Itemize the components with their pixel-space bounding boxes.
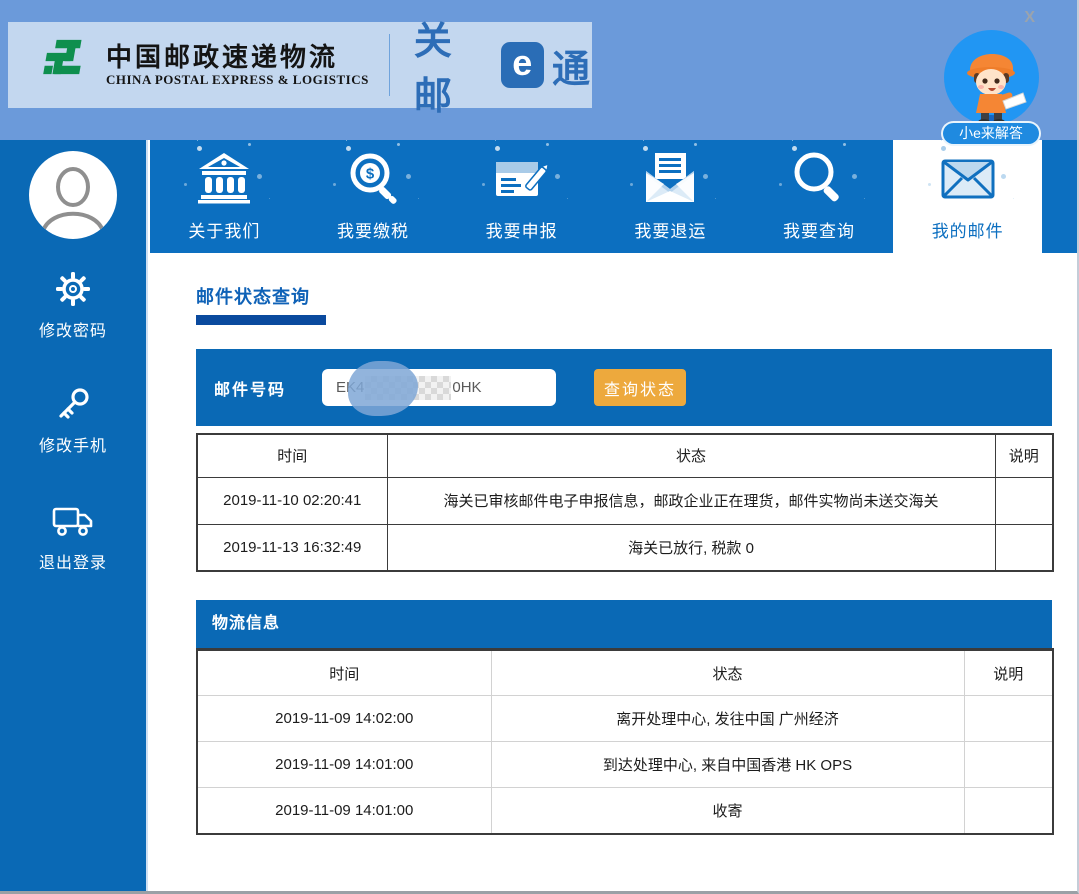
- nav-item-about-us[interactable]: 关于我们: [150, 140, 299, 253]
- cell-status: 收寄: [491, 788, 964, 834]
- customs-status-table: 时间 状态 说明 2019-11-10 02:20:41 海关已审核邮件电子申报…: [196, 433, 1054, 572]
- key-icon: [55, 385, 91, 423]
- table-header-row: 时间 状态 说明: [197, 434, 1053, 477]
- cell-status: 海关已审核邮件电子申报信息，邮政企业正在理货，邮件实物尚未送交海关: [387, 477, 995, 524]
- table-row: 2019-11-09 14:01:00 收寄: [197, 788, 1053, 834]
- sidebar-item-change-phone[interactable]: 修改手机: [39, 385, 107, 456]
- column-header-time: 时间: [197, 650, 491, 696]
- gear-icon: [55, 270, 91, 308]
- cell-time: 2019-11-10 02:20:41: [197, 477, 387, 524]
- mascot-caption-badge: 小e来解答: [941, 121, 1041, 146]
- mail-number-label: 邮件号码: [214, 376, 286, 400]
- product-e-badge: e: [501, 42, 544, 88]
- mail-number-input[interactable]: EK4 0HK: [322, 369, 556, 406]
- column-header-status: 状态: [491, 650, 964, 696]
- nav-item-label: 我要缴税: [337, 217, 409, 242]
- mail-number-suffix: 0HK: [452, 379, 481, 396]
- nav-item-label: 我要申报: [486, 217, 558, 242]
- sidebar-item-change-password[interactable]: 修改密码: [39, 270, 107, 341]
- search-icon: [788, 148, 850, 208]
- sparkle-dots: [197, 146, 202, 151]
- nav-item-label: 关于我们: [188, 217, 260, 242]
- table-row: 2019-11-10 02:20:41 海关已审核邮件电子申报信息，邮政企业正在…: [197, 477, 1053, 524]
- brand-banner: 中国邮政速递物流 CHINA POSTAL EXPRESS & LOGISTIC…: [8, 22, 592, 108]
- app-header: 中国邮政速递物流 CHINA POSTAL EXPRESS & LOGISTIC…: [0, 0, 1077, 140]
- nav-item-return-shipment[interactable]: 我要退运: [596, 140, 745, 253]
- sparkle-dots: [941, 146, 946, 151]
- table-row: 2019-11-09 14:02:00 离开处理中心, 发往中国 广州经济: [197, 696, 1053, 742]
- truck-icon: [52, 502, 94, 540]
- logo-text: 中国邮政速递物流 CHINA POSTAL EXPRESS & LOGISTIC…: [106, 42, 369, 88]
- mail-query-bar: 邮件号码 EK4 0HK 查询状态: [196, 349, 1052, 426]
- sidebar-item-label: 退出登录: [39, 549, 107, 573]
- nav-item-declare[interactable]: 我要申报: [447, 140, 596, 253]
- cell-time: 2019-11-13 16:32:49: [197, 524, 387, 571]
- product-name-left: 关邮: [414, 10, 493, 120]
- mail-icon: [937, 148, 999, 208]
- product-name-right: 通: [552, 38, 592, 93]
- column-header-note: 说明: [964, 650, 1053, 696]
- cell-time: 2019-11-09 14:02:00: [197, 696, 491, 742]
- cell-note: [964, 788, 1053, 834]
- assistant-mascot[interactable]: 小e来解答: [941, 29, 1041, 146]
- cell-note: [995, 524, 1053, 571]
- logistics-table: 时间 状态 说明 2019-11-09 14:02:00 离开处理中心, 发往中…: [196, 648, 1054, 835]
- top-navigation: 关于我们 $ 我要缴税: [150, 140, 1077, 253]
- table-header-row: 时间 状态 说明: [197, 650, 1053, 696]
- tax-magnifier-icon: $: [342, 148, 404, 208]
- cell-time: 2019-11-09 14:01:00: [197, 742, 491, 788]
- cell-note: [995, 477, 1053, 524]
- logo-subtitle: CHINA POSTAL EXPRESS & LOGISTICS: [106, 72, 369, 88]
- query-status-button[interactable]: 查询状态: [594, 369, 686, 406]
- close-button[interactable]: X: [1024, 10, 1035, 26]
- column-header-time: 时间: [197, 434, 387, 477]
- bank-icon: [193, 148, 255, 208]
- sparkle-dots: [495, 146, 500, 151]
- logo-title: 中国邮政速递物流: [106, 42, 369, 72]
- page-title: 邮件状态查询: [196, 283, 1077, 309]
- svg-text:$: $: [366, 166, 375, 183]
- sidebar-item-label: 修改密码: [39, 317, 107, 341]
- user-avatar[interactable]: [29, 151, 117, 239]
- column-header-note: 说明: [995, 434, 1053, 477]
- cell-note: [964, 696, 1053, 742]
- nav-item-label: 我要查询: [783, 217, 855, 242]
- redaction-mosaic: [365, 376, 451, 400]
- sidebar: 修改密码 修改手机 退出登录: [0, 140, 148, 891]
- table-row: 2019-11-09 14:01:00 到达处理中心, 来自中国香港 HK OP…: [197, 742, 1053, 788]
- app-window: 中国邮政速递物流 CHINA POSTAL EXPRESS & LOGISTIC…: [0, 0, 1079, 894]
- title-underline: [196, 315, 326, 325]
- cell-status: 离开处理中心, 发往中国 广州经济: [491, 696, 964, 742]
- china-post-emblem-icon: [38, 39, 94, 92]
- sparkle-dots: [792, 146, 797, 151]
- nav-item-my-mail[interactable]: 我的邮件: [893, 140, 1042, 253]
- mail-number-prefix: EK4: [336, 379, 364, 396]
- logistics-section-header: 物流信息: [196, 600, 1052, 648]
- table-row: 2019-11-13 16:32:49 海关已放行, 税款 0: [197, 524, 1053, 571]
- cell-status: 海关已放行, 税款 0: [387, 524, 995, 571]
- column-header-status: 状态: [387, 434, 995, 477]
- declare-document-icon: [491, 148, 553, 208]
- nav-item-pay-tax[interactable]: $ 我要缴税: [299, 140, 448, 253]
- cell-status: 到达处理中心, 来自中国香港 HK OPS: [491, 742, 964, 788]
- nav-item-label: 我的邮件: [932, 217, 1004, 242]
- banner-divider: [389, 34, 390, 96]
- return-mail-icon: [639, 148, 701, 208]
- product-logo: 关邮 e 通: [414, 10, 592, 120]
- sparkle-dots: [346, 146, 351, 151]
- sidebar-item-logout[interactable]: 退出登录: [39, 502, 107, 573]
- main-content: 邮件状态查询 邮件号码 EK4 0HK 查询状态 时间 状态 说明: [150, 253, 1077, 891]
- cell-time: 2019-11-09 14:01:00: [197, 788, 491, 834]
- cell-note: [964, 742, 1053, 788]
- sidebar-item-label: 修改手机: [39, 432, 107, 456]
- nav-item-label: 我要退运: [634, 217, 706, 242]
- nav-item-query[interactable]: 我要查询: [745, 140, 894, 253]
